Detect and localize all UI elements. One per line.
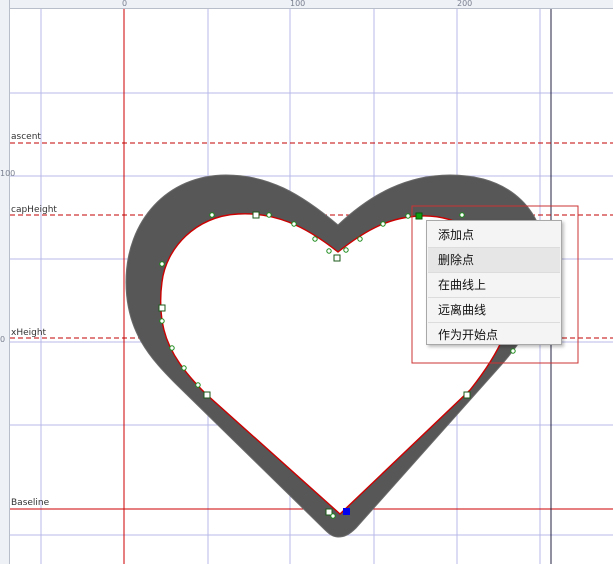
- baseline-label: Baseline: [11, 498, 50, 508]
- vertical-ruler: 100 0: [0, 0, 15, 564]
- ruler-label-0: 0: [122, 0, 128, 8]
- xheight-label: xHeight: [11, 328, 47, 338]
- selected-point-green: [415, 212, 423, 220]
- context-menu: 添加点 删除点 在曲线上 远离曲线 作为开始点: [426, 220, 562, 345]
- menu-item-add-point[interactable]: 添加点: [428, 223, 560, 248]
- selected-point-blue: [343, 508, 350, 515]
- horizontal-ruler: 0 100 200: [0, 0, 613, 9]
- menu-item-delete-point[interactable]: 删除点: [428, 248, 560, 273]
- ruler-label-left-0: 0: [0, 335, 6, 344]
- capheight-label: capHeight: [11, 205, 57, 215]
- menu-item-on-curve[interactable]: 在曲线上: [428, 273, 560, 298]
- ruler-label-left-100: 100: [0, 169, 16, 178]
- ascent-label: ascent: [11, 132, 41, 142]
- menu-item-off-curve[interactable]: 远离曲线: [428, 298, 560, 323]
- menu-item-make-first-point[interactable]: 作为开始点: [428, 323, 560, 347]
- ruler-label-100: 100: [290, 0, 306, 8]
- ruler-label-200: 200: [457, 0, 473, 8]
